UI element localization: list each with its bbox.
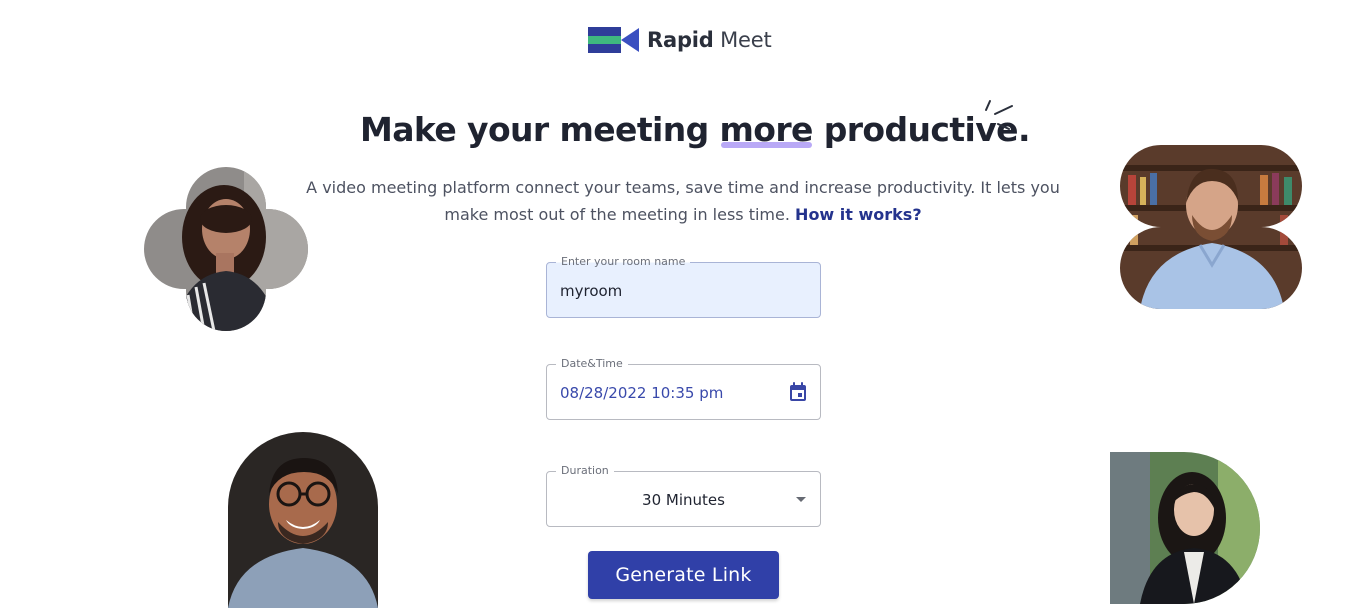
brand-name-bold: Rapid	[647, 28, 714, 52]
sparkle-icon	[985, 100, 1013, 130]
datetime-field[interactable]: Date&Time 08/28/2022 10:35 pm	[546, 357, 821, 420]
subtitle-text: A video meeting platform connect your te…	[306, 178, 1060, 224]
duration-value[interactable]: 30 Minutes	[547, 489, 820, 511]
avatar-woman-top-left	[144, 167, 308, 331]
avatar-man-top-right	[1120, 145, 1302, 309]
avatar-man-bottom-left	[228, 432, 378, 608]
room-name-input[interactable]: myroom	[560, 280, 780, 302]
how-it-works-link[interactable]: How it works?	[795, 205, 922, 224]
headline-highlight: more	[719, 110, 814, 149]
duration-select[interactable]: Duration 30 Minutes	[546, 464, 821, 527]
room-name-label: Enter your room name	[556, 255, 691, 269]
headline-start: Make your meeting	[360, 110, 720, 149]
page-subtitle: A video meeting platform connect your te…	[300, 174, 1066, 228]
calendar-icon[interactable]	[788, 381, 808, 403]
datetime-label: Date&Time	[556, 357, 628, 371]
brand-name-light: Meet	[720, 28, 772, 52]
generate-link-button[interactable]: Generate Link	[588, 551, 779, 599]
brand-logo[interactable]: Rapid Meet	[588, 24, 772, 56]
brand-name: Rapid Meet	[647, 28, 772, 52]
duration-label: Duration	[556, 464, 614, 478]
chevron-down-icon[interactable]	[796, 497, 806, 502]
avatar-woman-bottom-right	[1110, 452, 1260, 604]
video-camera-icon	[588, 27, 639, 53]
page-headline: Make your meeting more productive.	[360, 110, 1031, 149]
room-name-field[interactable]: Enter your room name myroom	[546, 255, 821, 318]
datetime-input[interactable]: 08/28/2022 10:35 pm	[560, 382, 780, 404]
rapid-meet-page: Rapid Meet Make your meeting more produc…	[0, 0, 1345, 608]
